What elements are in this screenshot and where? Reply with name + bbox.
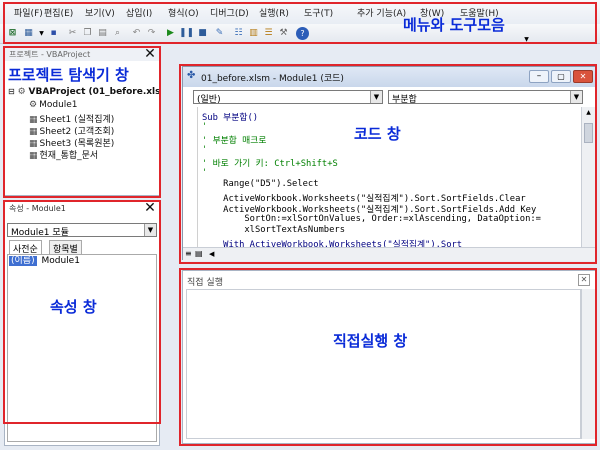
help-icon[interactable]: ? xyxy=(296,27,309,40)
code-line: ' xyxy=(202,167,208,178)
code-bottom-bar: ≡ ▤ ◀ xyxy=(183,247,597,261)
immediate-title: 직접 실행 xyxy=(187,278,223,288)
paste-icon[interactable]: ▤ xyxy=(96,27,109,40)
chevron-down-icon: ▼ xyxy=(570,91,582,103)
menu-item-1[interactable]: 편집(E) xyxy=(44,6,73,19)
property-grid: (이름) Module1 xyxy=(7,254,157,442)
code-vertical-scrollbar[interactable]: ▲ xyxy=(581,107,595,249)
menu-item-3[interactable]: 삽입(I) xyxy=(126,6,152,19)
toolbox-icon[interactable]: ⚒ xyxy=(277,27,290,40)
project-item[interactable]: ▦ 현재_통합_문서 xyxy=(29,148,98,161)
scroll-up-icon[interactable]: ▲ xyxy=(582,109,595,116)
menu-item-7[interactable]: 도구(T) xyxy=(304,6,333,19)
standard-toolbar: ⊠ ▦ ▼ ▪ ✂ ❐ ▤ ⌕ ↶ ↷ ▶ ❚❚ ■ ✎ ☷ ▥ ☰ ⚒ ? ▼ xyxy=(0,24,600,44)
run-icon[interactable]: ▶ xyxy=(164,27,177,40)
menu-item-6[interactable]: 실행(R) xyxy=(259,6,289,19)
properties-title: 속성 - Module1 xyxy=(5,201,159,215)
procedure-dropdown[interactable]: 부분합 ▼ xyxy=(388,90,583,105)
immediate-scrollbar[interactable] xyxy=(581,289,595,439)
menu-item-8[interactable]: 추가 기능(A) xyxy=(357,6,406,19)
code-window-icon: ✤ xyxy=(187,70,196,81)
label-project-explorer: 프로젝트 탐색기 창 xyxy=(8,66,129,84)
menu-item-2[interactable]: 보기(V) xyxy=(85,6,115,19)
code-line: ' xyxy=(202,121,208,132)
minimize-icon[interactable]: – xyxy=(529,70,549,83)
project-root[interactable]: ⊟ ⚙ VBAProject (01_before.xls xyxy=(8,87,161,97)
code-line: SortOn:=xlSortOnValues, Order:=xlAscendi… xyxy=(202,213,541,224)
properties-panel: 속성 - Module1 ✕ Module1 모듈 ▼ 사전순 항목별 (이름)… xyxy=(4,200,160,446)
code-window-title: 01_before.xlsm - Module1 (코드) xyxy=(201,74,344,84)
reset-icon[interactable]: ■ xyxy=(196,27,209,40)
chevron-down-icon: ▼ xyxy=(370,91,382,103)
chevron-down-icon: ▼ xyxy=(144,224,156,236)
close-icon[interactable]: ✕ xyxy=(143,47,157,61)
menu-bar: 파일(F) 편집(E) 보기(V) 삽입(I) 형식(O) 디버그(D) 실행(R) 도구(T… xyxy=(0,0,600,24)
object-browser-icon[interactable]: ☰ xyxy=(262,27,275,40)
code-line: ' 바로 가기 키: Ctrl+Shift+S xyxy=(202,159,338,169)
redo-icon[interactable]: ↷ xyxy=(145,27,158,40)
menu-item-0[interactable]: 파일(F) xyxy=(14,6,43,19)
find-icon[interactable]: ⌕ xyxy=(111,27,124,40)
object-select[interactable]: Module1 모듈 ▼ xyxy=(7,223,157,238)
label-properties-window: 속성 창 xyxy=(50,298,97,316)
collapse-icon[interactable]: ⊟ xyxy=(8,87,15,96)
code-line: ' 부분합 매크로 xyxy=(202,136,267,146)
label-menu-toolbar: 메뉴와 도구모음 xyxy=(403,16,505,34)
property-row-name[interactable]: (이름) Module1 xyxy=(9,256,155,267)
save-icon[interactable]: ▪ xyxy=(47,27,60,40)
excel-view-icon[interactable]: ⊠ xyxy=(6,27,19,40)
scroll-thumb[interactable] xyxy=(584,123,593,143)
undo-icon[interactable]: ↶ xyxy=(130,27,143,40)
project-icon: ⚙ xyxy=(17,87,26,97)
code-window: ✤ 01_before.xlsm - Module1 (코드) – ▢ ✕ (일… xyxy=(182,66,597,261)
maximize-icon[interactable]: ▢ xyxy=(551,70,571,83)
break-icon[interactable]: ❚❚ xyxy=(179,27,194,40)
menu-item-4[interactable]: 형식(O) xyxy=(168,6,199,19)
object-dropdown[interactable]: (일반) ▼ xyxy=(193,90,383,105)
menu-item-5[interactable]: 디버그(D) xyxy=(210,6,249,19)
code-window-titlebar: ✤ 01_before.xlsm - Module1 (코드) – ▢ ✕ xyxy=(183,67,595,87)
design-mode-icon[interactable]: ✎ xyxy=(213,27,226,40)
close-icon[interactable]: ✕ xyxy=(573,70,593,83)
view-mode-icon[interactable]: ≡ xyxy=(185,249,192,258)
code-line: Sub 부분합() xyxy=(202,113,259,123)
insert-module-icon[interactable]: ▦ xyxy=(22,27,35,40)
copy-icon[interactable]: ❐ xyxy=(81,27,94,40)
project-explorer-title: 프로젝트 - VBAProject xyxy=(5,47,159,61)
project-explorer-icon[interactable]: ☷ xyxy=(232,27,245,40)
immediate-input[interactable] xyxy=(186,289,581,439)
code-line: Range("D5").Select xyxy=(202,179,319,189)
module-icon: ⚙ xyxy=(29,100,38,110)
project-item[interactable]: ⚙ Module1 xyxy=(29,100,78,110)
label-immediate-window: 직접실행 창 xyxy=(333,332,408,350)
immediate-window: 직접 실행 ✕ xyxy=(182,270,596,444)
properties-window-icon[interactable]: ▥ xyxy=(247,27,260,40)
code-line: ' xyxy=(202,144,208,155)
full-module-view-icon[interactable]: ▤ xyxy=(195,249,203,258)
scroll-left-icon[interactable]: ◀ xyxy=(209,250,214,258)
close-icon[interactable]: ✕ xyxy=(578,274,590,286)
close-icon[interactable]: ✕ xyxy=(143,201,157,215)
label-code-window: 코드 창 xyxy=(354,125,401,143)
code-line: xlSortTextAsNumbers xyxy=(202,225,345,235)
cut-icon[interactable]: ✂ xyxy=(66,27,79,40)
sheet-icon: ▦ xyxy=(29,151,38,161)
toolbar-overflow-icon[interactable]: ▼ xyxy=(520,33,533,46)
